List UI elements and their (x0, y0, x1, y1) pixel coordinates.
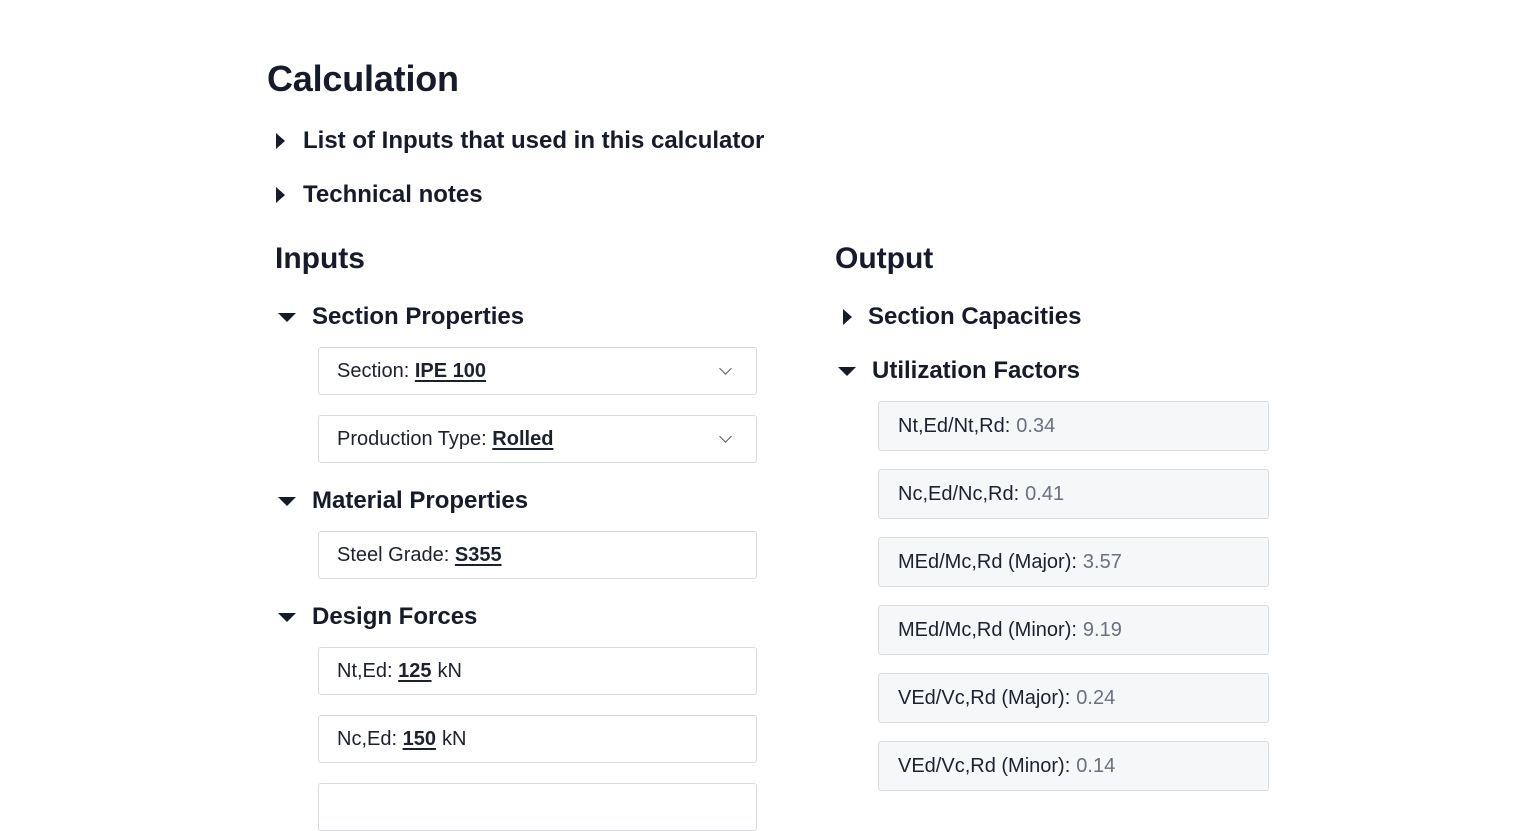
steel-grade-label: Steel Grade: (337, 543, 450, 566)
caret-down-icon (278, 312, 296, 322)
nt-ed-value: 125 (398, 659, 432, 682)
factor-label: VEd/Vc,Rd (Major): (898, 686, 1071, 709)
utilization-factor-item: VEd/Vc,Rd (Major): 0.24 (878, 673, 1269, 723)
factor-value: 0.41 (1025, 482, 1065, 505)
section-select[interactable]: Section: IPE 100 (318, 347, 757, 395)
section-value: IPE 100 (414, 359, 486, 382)
next-input-field[interactable] (318, 783, 757, 831)
design-forces-toggle[interactable]: Design Forces (276, 603, 477, 631)
steel-grade-value: S355 (454, 543, 502, 566)
inputs-list-label: List of Inputs that used in this calcula… (303, 127, 765, 154)
factor-value: 0.24 (1076, 686, 1116, 709)
nt-ed-field[interactable]: Nt,Ed: 125 kN (318, 647, 757, 695)
factor-label: MEd/Mc,Rd (Major): (898, 550, 1077, 573)
utilization-factor-item: VEd/Vc,Rd (Minor): 0.14 (878, 741, 1269, 791)
factor-label: VEd/Vc,Rd (Minor): (898, 754, 1071, 777)
nc-ed-field[interactable]: Nc,Ed: 150 kN (318, 715, 757, 763)
utilization-factor-item: MEd/Mc,Rd (Major): 3.57 (878, 537, 1269, 587)
utilization-factor-item: MEd/Mc,Rd (Minor): 9.19 (878, 605, 1269, 655)
nc-ed-unit: kN (441, 727, 467, 750)
inputs-list-toggle[interactable]: List of Inputs that used in this calcula… (266, 127, 764, 155)
nt-ed-label: Nt,Ed: (337, 659, 393, 682)
factor-label: MEd/Mc,Rd (Minor): (898, 618, 1077, 641)
caret-right-icon (276, 187, 285, 203)
nt-ed-unit: kN (437, 659, 462, 682)
section-capacities-toggle[interactable]: Section Capacities (837, 303, 1081, 331)
utilization-factor-item: Nt,Ed/Nt,Rd: 0.34 (878, 401, 1269, 451)
section-properties-toggle[interactable]: Section Properties (276, 303, 524, 331)
factor-value: 0.14 (1076, 754, 1116, 777)
material-properties-toggle[interactable]: Material Properties (276, 487, 528, 515)
caret-down-icon (838, 366, 856, 376)
section-capacities-label: Section Capacities (868, 303, 1082, 330)
factor-value: 0.34 (1016, 414, 1056, 437)
factor-value: 3.57 (1082, 550, 1122, 573)
steel-grade-field[interactable]: Steel Grade: S355 (318, 531, 757, 579)
caret-down-icon (278, 496, 296, 506)
production-type-label: Production Type: (337, 427, 487, 450)
factor-label: Nc,Ed/Nc,Rd: (898, 482, 1020, 505)
inputs-title: Inputs (275, 242, 365, 275)
section-properties-label: Section Properties (312, 303, 525, 330)
factor-label: Nt,Ed/Nt,Rd: (898, 414, 1011, 437)
utilization-factors-label: Utilization Factors (872, 357, 1081, 384)
caret-down-icon (278, 612, 296, 622)
utilization-factor-item: Nc,Ed/Nc,Rd: 0.41 (878, 469, 1269, 519)
production-type-value: Rolled (492, 427, 554, 450)
technical-notes-toggle[interactable]: Technical notes (266, 181, 483, 209)
production-type-select[interactable]: Production Type: Rolled (318, 415, 757, 463)
design-forces-label: Design Forces (312, 603, 478, 630)
material-properties-label: Material Properties (312, 487, 529, 514)
factor-value: 9.19 (1082, 618, 1122, 641)
output-title: Output (835, 242, 934, 275)
caret-right-icon (843, 309, 852, 325)
caret-right-icon (276, 133, 285, 149)
utilization-factors-toggle[interactable]: Utilization Factors (836, 357, 1080, 385)
section-label: Section: (337, 359, 410, 382)
nc-ed-label: Nc,Ed: (337, 727, 398, 750)
technical-notes-label: Technical notes (303, 181, 483, 208)
nc-ed-value: 150 (402, 727, 436, 750)
page-title: Calculation (267, 58, 459, 99)
chevron-down-icon (719, 430, 732, 443)
chevron-down-icon (719, 362, 732, 375)
